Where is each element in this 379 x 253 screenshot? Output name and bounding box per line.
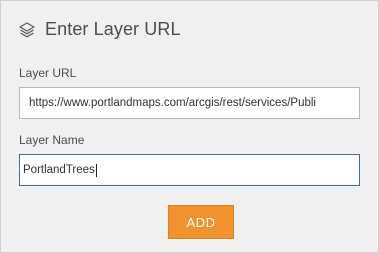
add-layer-panel: Enter Layer URL Layer URL https://www.po… xyxy=(0,0,379,253)
dialog-header: Enter Layer URL xyxy=(18,19,181,40)
layer-name-label: Layer Name xyxy=(19,133,85,147)
layer-name-value: PortlandTrees xyxy=(23,164,95,176)
dialog-title: Enter Layer URL xyxy=(45,19,181,39)
layer-name-input[interactable]: PortlandTrees xyxy=(19,154,360,186)
text-caret xyxy=(95,163,97,177)
layers-icon xyxy=(18,21,36,39)
layer-url-label: Layer URL xyxy=(19,66,77,80)
layer-url-value: https://www.portlandmaps.com/arcgis/rest… xyxy=(29,97,316,109)
layer-url-input[interactable]: https://www.portlandmaps.com/arcgis/rest… xyxy=(19,87,360,119)
add-button[interactable]: ADD xyxy=(168,205,234,239)
